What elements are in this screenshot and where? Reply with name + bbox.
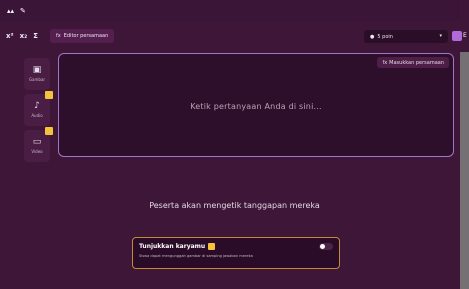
premium-badge-icon — [45, 91, 53, 99]
image-icon: ▣ — [32, 65, 42, 75]
show-work-toggle[interactable] — [319, 243, 333, 250]
toggle-knob — [320, 244, 325, 249]
subscript-button[interactable]: x₂ — [20, 32, 28, 40]
chevron-down-icon: ▾ — [439, 33, 442, 39]
media-label-audio: Audio — [31, 113, 43, 118]
question-editor[interactable]: fx Masukkan persamaan Ketik pertanyaan A… — [58, 53, 454, 157]
superscript-button[interactable]: x² — [6, 32, 14, 40]
show-work-description: Siswa dapat mengunggah gambar di samping… — [139, 254, 253, 258]
media-label-image: Gambar — [28, 77, 46, 82]
media-button-video[interactable]: ▭ Video — [24, 127, 53, 162]
equation-editor-button[interactable]: fx Editor persamaan — [49, 29, 115, 43]
premium-badge-icon — [208, 243, 216, 250]
circle-icon: ● — [370, 33, 375, 40]
points-value: 5 poin — [377, 33, 393, 40]
toolbar-more-icon[interactable]: E — [463, 32, 467, 39]
question-placeholder: Ketik pertanyaan Anda di sini... — [190, 102, 322, 111]
media-label-video: Video — [31, 149, 43, 154]
scrollbar[interactable] — [460, 52, 469, 289]
show-work-title: Tunjukkan karyamu — [139, 243, 206, 250]
show-work-card: Tunjukkan karyamu Siswa dapat mengunggah… — [132, 237, 340, 269]
video-icon: ▭ — [32, 137, 42, 147]
premium-badge-icon — [45, 127, 53, 135]
toolbar-chip-icon[interactable] — [452, 31, 462, 41]
points-dropdown[interactable]: ● 5 poin ▾ — [364, 30, 448, 43]
insert-equation-button[interactable]: fx Masukkan persamaan — [377, 57, 449, 68]
media-sidebar: ▣ Gambar ♪ Audio ▭ Video — [24, 58, 53, 162]
top-bar: ▴▴ ✎ — [0, 0, 460, 22]
pen-icon[interactable]: ✎ — [20, 7, 26, 15]
equation-icon: fx — [382, 59, 388, 66]
mic-icon: ♪ — [34, 101, 40, 111]
insert-equation-label: Masukkan persamaan — [389, 59, 444, 66]
signal-icon: ▴▴ — [7, 7, 15, 15]
equation-editor-label: Editor persamaan — [63, 33, 109, 39]
media-button-audio[interactable]: ♪ Audio — [24, 91, 53, 126]
sigma-button[interactable]: Σ — [33, 32, 38, 40]
show-work-title-row: Tunjukkan karyamu — [139, 243, 333, 250]
media-button-image[interactable]: ▣ Gambar — [24, 58, 50, 90]
equation-icon: fx — [55, 33, 61, 39]
response-info-text: Peserta akan mengetik tanggapan mereka — [149, 201, 320, 210]
